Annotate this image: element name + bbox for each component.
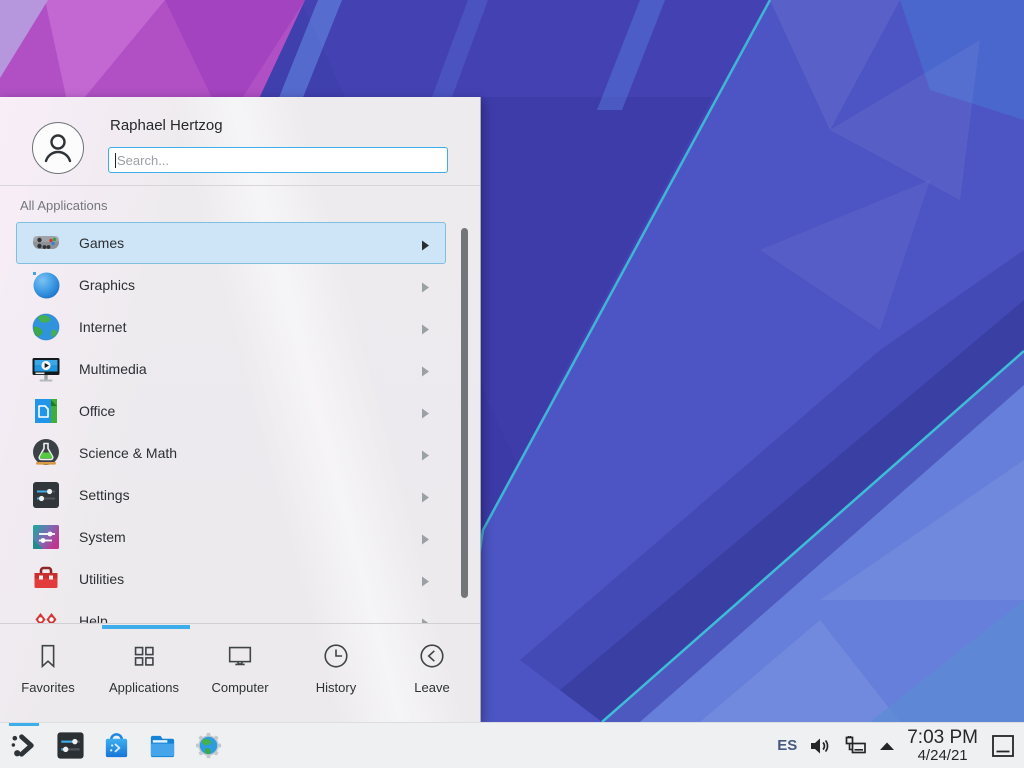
category-label: Graphics	[79, 277, 135, 293]
globe-icon	[30, 311, 62, 343]
menu-header: Raphael Hertzog Search...	[0, 97, 480, 185]
user-name: Raphael Hertzog	[110, 117, 223, 134]
network-icon[interactable]	[843, 735, 867, 757]
kickoff-icon	[9, 730, 40, 761]
submenu-arrow-icon	[421, 406, 430, 417]
category-science-math[interactable]: Science & Math	[16, 432, 446, 474]
leave-icon	[417, 641, 447, 671]
menu-footer: Favorites Applications C	[0, 624, 480, 722]
submenu-arrow-icon	[421, 616, 430, 625]
category-label: Utilities	[79, 571, 124, 587]
system-settings-icon	[55, 730, 86, 761]
tab-label: Computer	[211, 680, 268, 695]
sliders-icon	[30, 479, 62, 511]
tab-leave[interactable]: Leave	[384, 641, 480, 695]
category-label: Internet	[79, 319, 126, 335]
user-icon	[39, 129, 77, 167]
tab-computer[interactable]: Computer	[192, 641, 288, 695]
browser-launcher[interactable]	[193, 730, 224, 761]
gamepad-icon	[30, 227, 62, 259]
history-clock-icon	[321, 641, 351, 671]
active-task-indicator	[9, 723, 39, 726]
submenu-arrow-icon	[421, 490, 430, 501]
text-caret	[115, 153, 116, 168]
launcher-button[interactable]	[9, 730, 40, 761]
bookmark-icon	[33, 641, 63, 671]
tab-label: Favorites	[21, 680, 74, 695]
category-office[interactable]: Office	[16, 390, 446, 432]
computer-icon	[225, 641, 255, 671]
search-placeholder: Search...	[117, 153, 169, 168]
category-utilities[interactable]: Utilities	[16, 558, 446, 600]
category-graphics[interactable]: Graphics	[16, 264, 446, 306]
submenu-arrow-icon	[421, 448, 430, 459]
submenu-arrow-icon	[421, 364, 430, 375]
category-label: Multimedia	[79, 361, 147, 377]
discover-icon	[101, 730, 132, 761]
clock-date: 4/24/21	[918, 748, 968, 764]
keyboard-layout-indicator[interactable]: ES	[777, 737, 797, 754]
volume-icon[interactable]	[809, 736, 831, 756]
list-scrollbar[interactable]	[461, 228, 468, 598]
category-label: Help	[79, 613, 108, 624]
submenu-arrow-icon	[421, 574, 430, 585]
active-tab-indicator	[102, 625, 190, 629]
submenu-arrow-icon	[421, 322, 430, 333]
system-sliders-icon	[30, 521, 62, 553]
category-system[interactable]: System	[16, 516, 446, 558]
show-desktop-widget[interactable]	[990, 733, 1016, 759]
tab-applications[interactable]: Applications	[96, 641, 192, 695]
category-label: Science & Math	[79, 445, 177, 461]
paint-sphere-icon	[30, 269, 62, 301]
digital-clock[interactable]: 7:03 PM 4/24/21	[907, 728, 978, 764]
grid-icon	[129, 641, 159, 671]
discover-launcher[interactable]	[101, 730, 132, 761]
help-buoy-icon	[30, 605, 62, 624]
category-label: Games	[79, 235, 124, 251]
toolbox-icon	[30, 563, 62, 595]
monitor-play-icon	[30, 353, 62, 385]
category-internet[interactable]: Internet	[16, 306, 446, 348]
category-label: Settings	[79, 487, 130, 503]
tab-label: History	[316, 680, 356, 695]
submenu-arrow-icon	[421, 532, 430, 543]
category-label: Office	[79, 403, 115, 419]
tab-favorites[interactable]: Favorites	[0, 641, 96, 695]
dolphin-folder-icon	[147, 730, 178, 761]
tab-label: Leave	[414, 680, 449, 695]
file-manager-launcher[interactable]	[147, 730, 178, 761]
expand-tray-icon[interactable]	[879, 741, 895, 751]
search-input[interactable]: Search...	[108, 147, 448, 173]
tab-label: Applications	[109, 680, 179, 695]
category-list: Games Graphics	[0, 222, 480, 624]
tab-history[interactable]: History	[288, 641, 384, 695]
application-launcher-menu: Raphael Hertzog Search... All Applicatio…	[0, 97, 481, 722]
category-multimedia[interactable]: Multimedia	[16, 348, 446, 390]
category-games[interactable]: Games	[16, 222, 446, 264]
taskbar: ES 7:03 PM 4/24/21	[0, 722, 1024, 768]
submenu-arrow-icon	[421, 280, 430, 291]
system-settings-launcher[interactable]	[55, 730, 86, 761]
category-settings[interactable]: Settings	[16, 474, 446, 516]
submenu-arrow-icon	[421, 238, 430, 249]
clock-time: 7:03 PM	[907, 728, 978, 748]
document-icon	[30, 395, 62, 427]
konqueror-globe-icon	[193, 730, 224, 761]
category-label: System	[79, 529, 126, 545]
category-help[interactable]: Help	[16, 600, 446, 624]
user-avatar[interactable]	[32, 122, 84, 174]
flask-icon	[30, 437, 62, 469]
system-tray: ES 7:03 PM 4/24/21	[777, 728, 1024, 764]
section-label: All Applications	[0, 186, 480, 222]
